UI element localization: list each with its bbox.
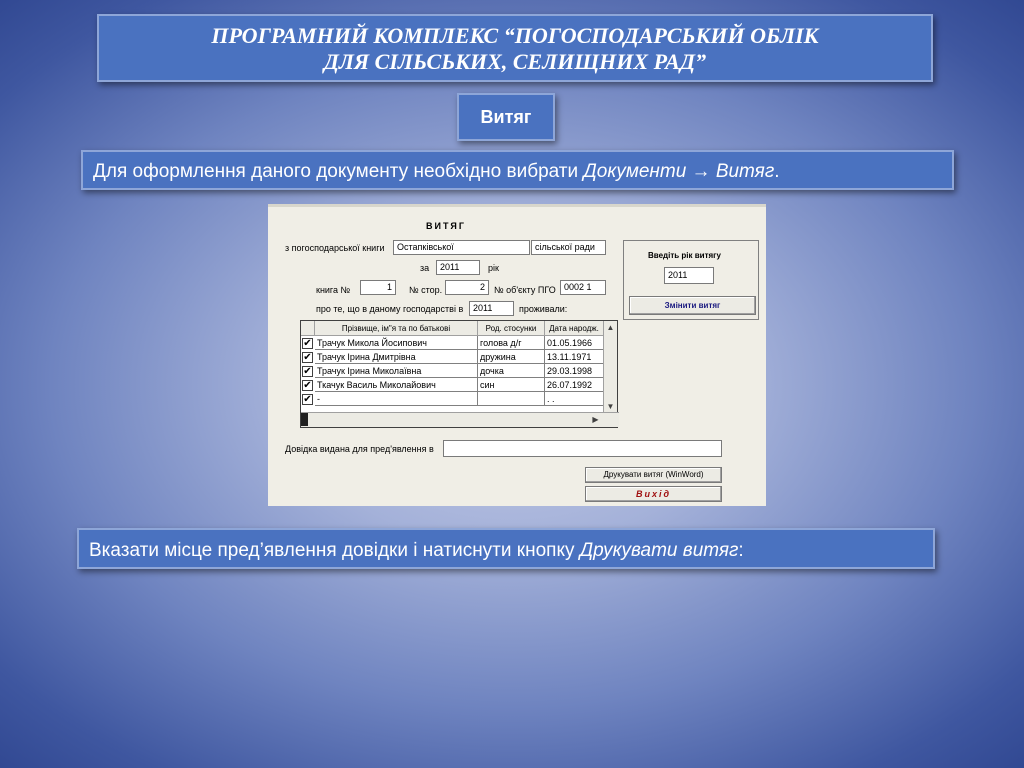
cell-relation: син bbox=[478, 378, 545, 392]
cell-date: 01.05.1966 bbox=[545, 336, 604, 350]
object-label: № об'єкту ПГО bbox=[494, 285, 556, 295]
about-label: про те, що в даному господарстві в bbox=[316, 304, 464, 314]
instruction-2-button-name: Друкувати витяг bbox=[579, 540, 739, 561]
year-panel-field[interactable]: 2011 bbox=[664, 267, 714, 284]
window-top-border bbox=[268, 204, 766, 207]
slide-title-line2: ДЛЯ СІЛЬСЬКИХ, СЕЛИЩНИХ РАД” bbox=[323, 49, 707, 74]
page-label: № стор. bbox=[409, 285, 443, 295]
row-checkbox[interactable]: ✔ bbox=[302, 338, 313, 349]
book-field[interactable]: Остапківської bbox=[393, 240, 530, 255]
page-field[interactable]: 2 bbox=[445, 280, 489, 295]
row-checkbox[interactable]: ✔ bbox=[302, 352, 313, 363]
cell-date: 29.03.1998 bbox=[545, 364, 604, 378]
slide-title-line1: ПРОГРАМНИЙ КОМПЛЕКС “ПОГОСПОДАРСЬКИЙ ОБЛ… bbox=[211, 23, 819, 48]
residents-table: Прізвище, ім"я та по батькові Род. стосу… bbox=[300, 320, 619, 428]
cell-relation bbox=[478, 392, 545, 406]
table-header-name: Прізвище, ім"я та по батькові bbox=[315, 321, 478, 336]
cell-name: Трачук Ірина Миколаївна bbox=[315, 364, 478, 378]
about-year-field[interactable]: 2011 bbox=[469, 301, 514, 316]
change-extract-button[interactable]: Змінити витяг bbox=[629, 296, 756, 315]
instruction-2-text: Вказати місце пред’явлення довідки і нат… bbox=[89, 540, 580, 561]
cell-date: . . bbox=[545, 392, 604, 406]
exit-button[interactable]: Вихід bbox=[585, 486, 722, 502]
scroll-up-icon[interactable]: ▲ bbox=[604, 321, 617, 334]
certificate-label: Довідка видана для пред'явлення в bbox=[285, 444, 434, 454]
cell-date: 13.11.1971 bbox=[545, 350, 604, 364]
cell-relation: голова д/г bbox=[478, 336, 545, 350]
certificate-field[interactable] bbox=[443, 440, 722, 457]
form-heading: ВИТЯГ bbox=[426, 221, 466, 231]
instruction-1-text: Для оформлення даного документу необхідн… bbox=[93, 161, 584, 182]
instruction-2-suffix: : bbox=[738, 540, 744, 561]
year-field[interactable]: 2011 bbox=[436, 260, 480, 275]
lived-label: проживали: bbox=[519, 304, 568, 314]
instruction-1-suffix: . bbox=[774, 161, 780, 182]
row-checkbox[interactable]: ✔ bbox=[302, 380, 313, 391]
scroll-right-icon[interactable]: ▶ bbox=[589, 413, 602, 426]
table-header-check bbox=[301, 321, 315, 336]
section-label: Витяг bbox=[457, 93, 555, 141]
print-extract-button[interactable]: Друкувати витяг (WinWord) bbox=[585, 467, 722, 483]
scroll-thumb[interactable] bbox=[301, 413, 308, 426]
instruction-1: Для оформлення даного документу необхідн… bbox=[81, 150, 954, 190]
cell-relation: дружина bbox=[478, 350, 545, 364]
cell-date: 26.07.1992 bbox=[545, 378, 604, 392]
cell-name: Трачук Ірина Дмитрівна bbox=[315, 350, 478, 364]
extract-form-window: ВИТЯГ з погосподарської книги Остапківсь… bbox=[268, 204, 766, 506]
for-label: за bbox=[420, 263, 430, 273]
year-panel: Введіть рік витягу 2011 Змінити витяг bbox=[623, 240, 759, 320]
slide-title: ПРОГРАМНИЙ КОМПЛЕКС “ПОГОСПОДАРСЬКИЙ ОБЛ… bbox=[97, 14, 933, 82]
table-header-relation: Род. стосунки bbox=[478, 321, 545, 336]
cell-relation: дочка bbox=[478, 364, 545, 378]
vertical-scrollbar[interactable]: ▲ ▼ bbox=[603, 321, 617, 413]
cell-name: Ткачук Василь Миколайович bbox=[315, 378, 478, 392]
horizontal-scrollbar[interactable]: ▶ bbox=[301, 412, 619, 427]
row-checkbox[interactable]: ✔ bbox=[302, 394, 313, 405]
object-field[interactable]: 0002 1 bbox=[560, 280, 606, 295]
table-header-date: Дата народж. bbox=[545, 321, 604, 336]
book-no-label: книга № bbox=[316, 285, 351, 295]
book-label: з погосподарської книги bbox=[285, 243, 385, 253]
cell-name: Трачук Микола Йосипович bbox=[315, 336, 478, 350]
row-checkbox[interactable]: ✔ bbox=[302, 366, 313, 377]
book-no-field[interactable]: 1 bbox=[360, 280, 396, 295]
year-suffix-label: рік bbox=[488, 263, 499, 273]
cell-name: - bbox=[315, 392, 478, 406]
year-panel-label: Введіть рік витягу bbox=[648, 251, 721, 260]
council-field[interactable]: сільської ради bbox=[531, 240, 606, 255]
instruction-2: Вказати місце пред’явлення довідки і нат… bbox=[77, 528, 935, 569]
instruction-1-menu-path: Документи → Витяг bbox=[583, 161, 775, 182]
